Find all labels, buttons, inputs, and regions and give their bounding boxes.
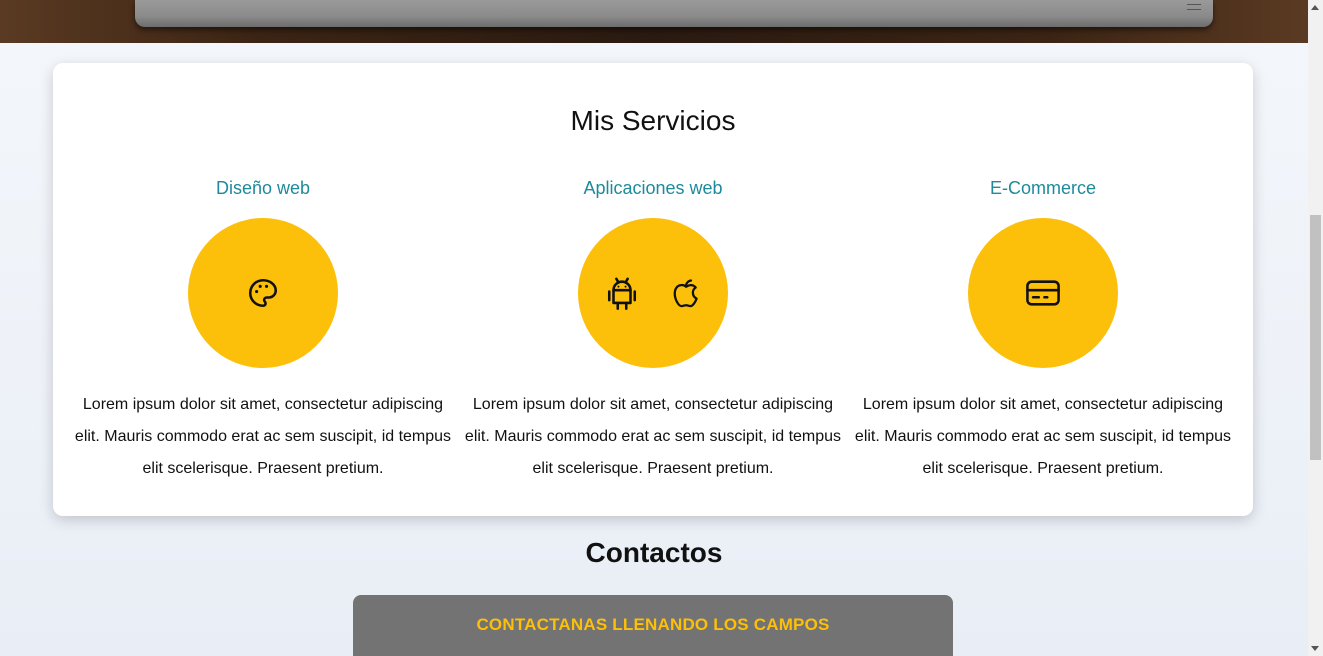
scroll-down-arrow-icon[interactable] bbox=[1311, 646, 1319, 651]
service-title: Diseño web bbox=[215, 178, 311, 198]
service-description: Lorem ipsum dolor sit amet, consectetur … bbox=[854, 396, 1232, 477]
scroll-up-arrow-icon[interactable] bbox=[1311, 5, 1319, 10]
contact-form-title: CONTACTANAS LLENANDO LOS CAMPOS bbox=[476, 615, 830, 634]
vertical-scrollbar[interactable] bbox=[1308, 0, 1323, 656]
service-description: Lorem ipsum dolor sit amet, consectetur … bbox=[74, 396, 452, 477]
hero-laptop-detail bbox=[1187, 4, 1201, 10]
hero-laptop-image bbox=[135, 0, 1213, 27]
service-ecommerce: E-Commerce Lorem ipsum dolor sit amet, c… bbox=[848, 176, 1238, 485]
palette-icon bbox=[248, 278, 278, 308]
services-title: Mis Servicios bbox=[570, 105, 736, 136]
scrollbar-thumb[interactable] bbox=[1310, 215, 1321, 460]
android-icon bbox=[607, 277, 637, 310]
service-title: Aplicaciones web bbox=[583, 178, 723, 198]
service-web-design: Diseño web Lorem ipsum dolor sit amet, c… bbox=[68, 176, 458, 485]
service-icon-circle bbox=[968, 218, 1118, 368]
service-description: Lorem ipsum dolor sit amet, consectetur … bbox=[464, 396, 842, 477]
apple-icon bbox=[673, 279, 698, 308]
contact-form-box: CONTACTANAS LLENANDO LOS CAMPOS bbox=[353, 595, 953, 656]
service-icon-circle bbox=[188, 218, 338, 368]
credit-card-icon bbox=[1026, 280, 1060, 306]
service-icon-circle bbox=[578, 218, 728, 368]
contact-title: Contactos bbox=[585, 537, 723, 568]
service-title: E-Commerce bbox=[989, 178, 1096, 198]
services-card: Mis Servicios Diseño web Lorem ipsum dol… bbox=[53, 63, 1253, 516]
service-web-apps: Aplicaciones web Lorem ipsum dolor sit a… bbox=[458, 176, 848, 485]
hero-image bbox=[0, 0, 1308, 43]
